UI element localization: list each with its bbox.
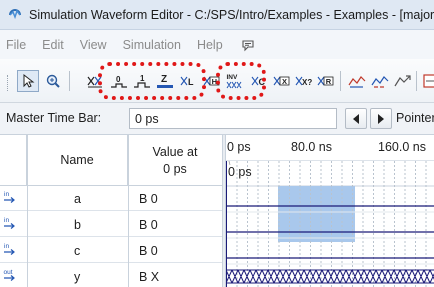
value-column-header[interactable]: Value at 0 ps	[128, 135, 222, 186]
overwrite-clock-button[interactable]: X	[270, 70, 292, 92]
random-values-label: R	[326, 77, 332, 86]
waveform-panel[interactable]: 0 ps 80.0 ns 160.0 ns 0 ps	[226, 135, 434, 287]
signal-row[interactable]: in b B 0	[0, 212, 222, 237]
value-column-time: 0 ps	[163, 161, 187, 176]
signal-row[interactable]: in a B 0	[0, 186, 222, 211]
master-time-input[interactable]	[129, 108, 337, 129]
time-scale-label: 160.0 ns	[378, 140, 426, 154]
signal-value: B 0	[139, 218, 158, 232]
output-pin-icon: out	[4, 269, 15, 281]
menu-view[interactable]: View	[80, 38, 107, 52]
window-title: Simulation Waveform Editor - C:/SPS/Intr…	[29, 7, 434, 22]
dont-care-label: X?	[302, 78, 312, 87]
red-dotted-callout	[98, 62, 206, 100]
signal-value: B 0	[139, 244, 158, 258]
signal-value: B X	[139, 270, 160, 284]
customize-menu-icon[interactable]	[241, 38, 255, 52]
toolbar-separator	[69, 71, 70, 91]
waveform-canvas	[226, 160, 434, 287]
selection-tool-button[interactable]	[17, 70, 39, 92]
cursor-time-label: 0 ps	[228, 165, 252, 179]
dont-care-button[interactable]: X?	[292, 70, 314, 92]
title-bar: Simulation Waveform Editor - C:/SPS/Intr…	[0, 0, 434, 30]
triangle-left-icon	[353, 113, 359, 124]
signal-row[interactable]: in c B 0	[0, 238, 222, 263]
waveform-editor-icon	[423, 74, 434, 88]
svg-text:in: in	[4, 217, 9, 224]
signal-name: c	[74, 244, 81, 258]
menu-bar: File Edit View Simulation Help	[0, 30, 434, 59]
master-time-bar-label: Master Time Bar:	[6, 111, 102, 125]
svg-text:in: in	[4, 243, 9, 250]
random-values-icon: R	[317, 76, 334, 86]
signal-name: b	[74, 218, 81, 232]
master-time-bar: Master Time Bar: Pointer	[0, 103, 434, 134]
waveform-tool-icon	[394, 75, 411, 87]
overwrite-clock-label: X	[282, 77, 287, 86]
next-transition-button[interactable]	[370, 108, 392, 129]
input-pin-icon: in	[4, 243, 15, 255]
waveform-tool-button[interactable]	[392, 70, 414, 92]
column-divider	[128, 135, 129, 287]
toolbar-grip[interactable]	[7, 75, 10, 91]
menu-simulation[interactable]: Simulation	[123, 38, 181, 52]
grid-header: Name Value at 0 ps	[0, 135, 222, 186]
zoom-icon	[46, 74, 60, 88]
column-divider	[27, 135, 28, 287]
snap-to-grid-button[interactable]	[369, 70, 391, 92]
signal-value: B 0	[139, 192, 158, 206]
menu-help[interactable]: Help	[197, 38, 223, 52]
red-dotted-callout	[216, 62, 266, 100]
insert-waveform-button[interactable]	[346, 70, 368, 92]
name-column-header[interactable]: Name	[27, 135, 128, 186]
signal-row[interactable]: out y B X	[0, 264, 222, 287]
signal-name: a	[74, 192, 81, 206]
overwrite-clock-icon: X	[273, 76, 290, 86]
pointer-label: Pointer	[396, 111, 434, 125]
name-column-label: Name	[60, 153, 94, 167]
input-pin-icon: in	[4, 217, 15, 229]
signal-name: y	[74, 270, 81, 284]
value-column-label: Value at	[152, 144, 198, 159]
zoom-tool-button[interactable]	[42, 70, 64, 92]
insert-waveform-icon	[348, 76, 366, 88]
menu-file[interactable]: File	[6, 38, 26, 52]
toolbar-separator	[416, 71, 417, 91]
random-values-button[interactable]: R	[314, 70, 336, 92]
input-pin-icon: in	[4, 191, 15, 203]
pointer-icon	[23, 73, 35, 88]
toolbar: 0 1 Z L H INV C X X? R	[0, 59, 434, 103]
waveform-editor-button[interactable]	[420, 70, 434, 92]
icon-column-header	[0, 135, 27, 186]
time-scale-label: 0 ps	[227, 140, 251, 154]
previous-transition-button[interactable]	[345, 108, 367, 129]
node-list-panel: Name Value at 0 ps in a B 0 in b B 0 in …	[0, 135, 222, 287]
dont-care-icon: X?	[295, 76, 312, 87]
menu-edit[interactable]: Edit	[42, 38, 64, 52]
snap-to-grid-icon	[371, 76, 389, 88]
app-icon	[9, 8, 21, 19]
triangle-right-icon	[378, 113, 384, 124]
svg-text:in: in	[4, 191, 9, 198]
toolbar-separator	[340, 71, 341, 91]
time-scale-label: 80.0 ns	[291, 140, 333, 154]
svg-text:out: out	[4, 269, 13, 276]
